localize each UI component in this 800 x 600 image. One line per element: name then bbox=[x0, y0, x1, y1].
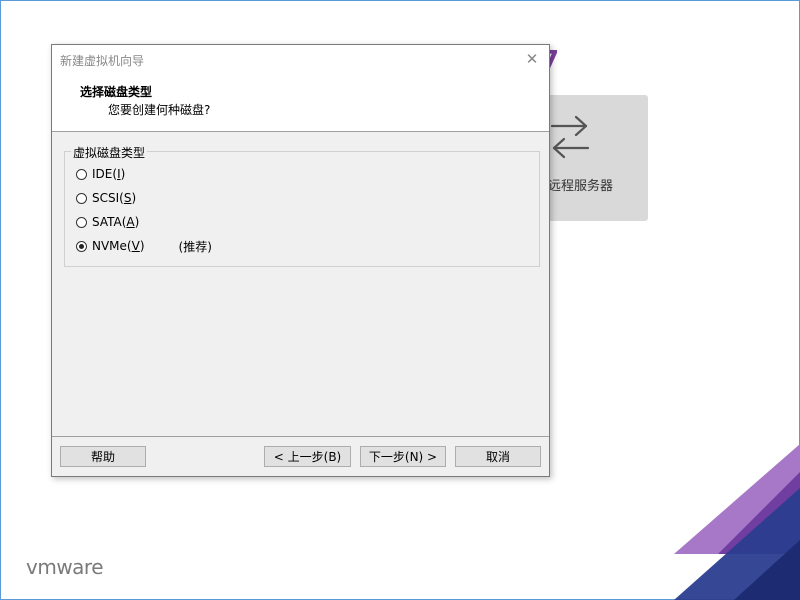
vmware-logo: vmware bbox=[26, 555, 104, 579]
radio-button-scsi[interactable] bbox=[76, 192, 87, 204]
radio-button-sata[interactable] bbox=[76, 216, 87, 228]
radio-ide-label: IDE(I) bbox=[92, 167, 126, 181]
group-label: 虚拟磁盘类型 bbox=[71, 144, 148, 161]
next-button[interactable]: 下一步(N) > bbox=[360, 446, 446, 467]
close-icon[interactable]: ✕ bbox=[523, 50, 541, 68]
radio-nvme[interactable]: NVMe(V) (推荐) bbox=[76, 237, 212, 255]
page-subtitle: 您要创建何种磁盘? bbox=[108, 103, 211, 117]
back-button[interactable]: < 上一步(B) bbox=[264, 446, 351, 467]
page-title: 选择磁盘类型 bbox=[80, 85, 153, 99]
help-button[interactable]: 帮助 bbox=[60, 446, 146, 467]
recommended-note: (推荐) bbox=[178, 239, 212, 254]
dialog-header: 选择磁盘类型 您要创建何种磁盘? bbox=[52, 75, 549, 132]
radio-scsi-label: SCSI(S) bbox=[92, 191, 137, 205]
radio-button-ide[interactable] bbox=[76, 168, 87, 180]
radio-scsi[interactable]: SCSI(S) bbox=[76, 189, 136, 207]
footer-divider bbox=[52, 436, 549, 437]
remote-server-label: 远程服务器 bbox=[548, 179, 614, 194]
radio-button-nvme[interactable] bbox=[76, 240, 87, 252]
radio-sata[interactable]: SATA(A) bbox=[76, 213, 139, 231]
dialog-title: 新建虚拟机向导 bbox=[60, 54, 145, 68]
swap-arrows-icon bbox=[550, 115, 590, 159]
radio-ide[interactable]: IDE(I) bbox=[76, 165, 125, 183]
dialog-titlebar[interactable]: 新建虚拟机向导 ✕ bbox=[52, 45, 549, 75]
radio-sata-label: SATA(A) bbox=[92, 215, 140, 229]
new-vm-wizard-dialog: 新建虚拟机向导 ✕ 选择磁盘类型 您要创建何种磁盘? 虚拟磁盘类型 IDE(I)… bbox=[51, 44, 550, 477]
cancel-button[interactable]: 取消 bbox=[455, 446, 541, 467]
decorative-triangles bbox=[674, 444, 800, 600]
radio-nvme-label: NVMe(V) bbox=[92, 239, 145, 253]
disk-type-group: 虚拟磁盘类型 IDE(I) SCSI(S) SATA(A) NVMe(V) (推… bbox=[64, 144, 540, 267]
